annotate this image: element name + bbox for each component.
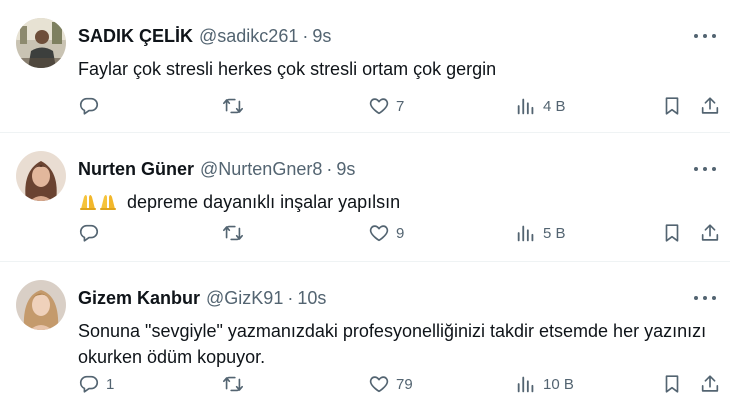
reply-button[interactable]: 1 [78, 371, 114, 397]
more-icon[interactable] [694, 159, 716, 179]
more-icon[interactable] [694, 26, 716, 46]
tweet-header: SADIK ÇELİK @sadikc261 · 9s [78, 24, 331, 48]
separator-dot: · [287, 287, 294, 308]
like-icon [369, 376, 389, 393]
reply-button[interactable] [78, 220, 106, 246]
tweet-header: Nurten Güner @NurtenGner8 · 9s [78, 157, 355, 181]
author-handle[interactable]: @NurtenGner8 [200, 159, 322, 180]
tweet[interactable]: Nurten Güner @NurtenGner8 · 9s depreme d… [0, 133, 730, 262]
tweet-time[interactable]: 9s [336, 159, 355, 180]
views-button[interactable]: 5 B [515, 220, 566, 246]
retweet-button[interactable] [222, 93, 250, 119]
retweet-icon [223, 225, 243, 241]
tweet-feed: SADIK ÇELİK @sadikc261 · 9s Faylar çok s… [0, 0, 730, 420]
tweet-text: depreme dayanıklı inşalar yapılsın [78, 189, 708, 215]
author-name[interactable]: Nurten Güner [78, 159, 194, 180]
bookmark-button[interactable] [661, 220, 683, 246]
retweet-icon [223, 98, 243, 114]
bookmark-icon [665, 97, 679, 115]
separator-dot: · [302, 25, 309, 46]
prayer-emoji [78, 192, 118, 212]
views-button[interactable]: 4 B [515, 93, 566, 119]
more-icon[interactable] [694, 288, 716, 308]
reply-button[interactable] [78, 93, 106, 119]
bookmark-icon [665, 224, 679, 242]
tweet-text-content: Sonuna "sevgiyle" yazmanızdaki profesyon… [78, 321, 707, 367]
separator-dot: · [326, 158, 333, 179]
tweet[interactable]: SADIK ÇELİK @sadikc261 · 9s Faylar çok s… [0, 0, 730, 133]
bookmark-button[interactable] [661, 371, 683, 397]
like-icon [369, 98, 389, 115]
views-button[interactable]: 10 B [515, 371, 574, 397]
reply-icon [79, 375, 99, 393]
bookmark-icon [665, 375, 679, 393]
like-button[interactable]: 79 [368, 371, 413, 397]
tweet-time[interactable]: 9s [312, 26, 331, 47]
avatar[interactable] [16, 151, 66, 201]
like-button[interactable]: 9 [368, 220, 404, 246]
reply-icon [79, 224, 99, 242]
retweet-button[interactable] [222, 220, 250, 246]
views-count: 5 B [543, 224, 566, 242]
reply-count: 1 [106, 375, 115, 393]
retweet-icon [223, 376, 243, 392]
share-button[interactable] [699, 220, 721, 246]
tweet-time[interactable]: 10s [297, 288, 326, 309]
views-icon [517, 98, 534, 115]
avatar[interactable] [16, 280, 66, 330]
tweet-text-content: depreme dayanıklı inşalar yapılsın [127, 192, 401, 212]
like-count: 79 [396, 375, 413, 393]
tweet-text-content: Faylar çok stresli herkes çok stresli or… [78, 59, 497, 79]
tweet-text: Sonuna "sevgiyle" yazmanızdaki profesyon… [78, 318, 708, 370]
author-name[interactable]: Gizem Kanbur [78, 288, 200, 309]
views-icon [517, 225, 534, 242]
tweet-actions: 1 79 10 B [0, 371, 730, 397]
tweet-text: Faylar çok stresli herkes çok stresli or… [78, 56, 708, 82]
like-button[interactable]: 7 [368, 93, 404, 119]
like-count: 9 [396, 224, 405, 242]
avatar[interactable] [16, 18, 66, 68]
author-handle[interactable]: @GizK91 [206, 288, 283, 309]
share-icon [701, 375, 719, 392]
tweet-header: Gizem Kanbur @GizK91 · 10s [78, 286, 326, 310]
views-count: 10 B [543, 375, 574, 393]
author-name[interactable]: SADIK ÇELİK [78, 26, 193, 47]
tweet[interactable]: Gizem Kanbur @GizK91 · 10s Sonuna "sevgi… [0, 262, 730, 420]
tweet-actions: 9 5 B [0, 220, 730, 246]
retweet-button[interactable] [222, 371, 250, 397]
like-count: 7 [396, 97, 405, 115]
share-icon [701, 97, 719, 114]
share-button[interactable] [699, 371, 721, 397]
tweet-actions: 7 4 B [0, 93, 730, 119]
share-button[interactable] [699, 93, 721, 119]
views-count: 4 B [543, 97, 566, 115]
reply-icon [79, 97, 99, 115]
views-icon [517, 376, 534, 393]
author-handle[interactable]: @sadikc261 [199, 26, 298, 47]
share-icon [701, 224, 719, 241]
bookmark-button[interactable] [661, 93, 683, 119]
like-icon [369, 225, 389, 242]
